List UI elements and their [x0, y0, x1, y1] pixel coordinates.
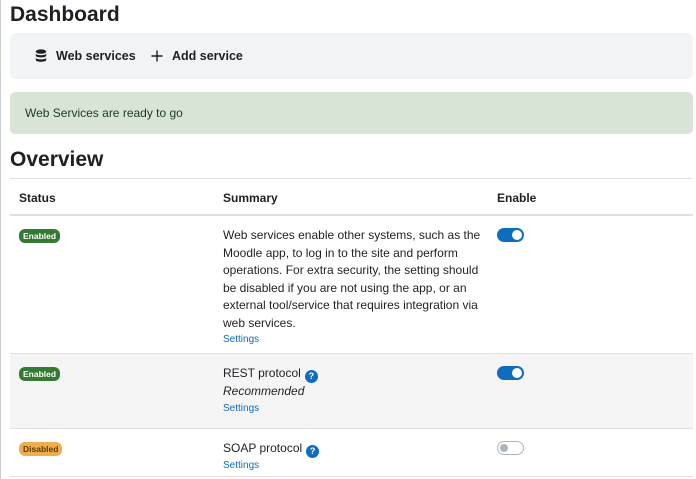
summary-cell: SOAP protocol? Settings [223, 440, 485, 474]
table-row-web-services: Enabled Web services enable other system… [10, 216, 693, 354]
settings-link[interactable]: Settings [223, 401, 485, 417]
protocol-name: SOAP protocol [223, 441, 303, 455]
toggle-knob [512, 368, 522, 378]
status-badge: Enabled [19, 367, 61, 381]
summary-column-header: Summary [223, 191, 278, 205]
status-badge: Enabled [19, 229, 61, 243]
plus-icon [150, 48, 164, 64]
protocol-name: REST protocol [223, 366, 301, 380]
enable-toggle[interactable] [497, 366, 524, 380]
help-icon[interactable]: ? [306, 445, 320, 459]
status-alert: Web Services are ready to go [10, 92, 693, 134]
recommended-note: Recommended [223, 384, 305, 399]
summary-cell: Web services enable other systems, such … [223, 227, 485, 348]
action-bar: Web services Add service [10, 33, 693, 79]
web-services-link[interactable]: Web services [34, 48, 136, 64]
add-service-link[interactable]: Add service [150, 48, 243, 64]
add-service-label: Add service [172, 49, 243, 63]
settings-link[interactable]: Settings [223, 332, 485, 348]
toggle-knob [512, 230, 522, 240]
enable-toggle[interactable] [497, 441, 524, 455]
page-left-border [0, 0, 1, 479]
web-services-label: Web services [56, 49, 136, 63]
table-header: Status Summary Enable [10, 178, 693, 216]
summary-text: Web services enable other systems, such … [223, 228, 481, 330]
overview-table: Status Summary Enable Enabled Web servic… [10, 178, 693, 477]
status-badge: Disabled [19, 442, 63, 456]
help-icon[interactable]: ? [304, 370, 318, 384]
overview-title: Overview [10, 148, 104, 171]
database-icon [34, 48, 48, 64]
settings-link[interactable]: Settings [223, 458, 485, 474]
page-title: Dashboard [10, 3, 120, 26]
summary-cell: REST protocol? Recommended Settings [223, 365, 485, 417]
toggle-knob [500, 444, 508, 452]
table-row-rest-protocol: Enabled REST protocol? Recommended Setti… [10, 354, 693, 429]
enable-column-header: Enable [497, 191, 537, 205]
table-row-soap-protocol: Disabled SOAP protocol? Settings [10, 429, 693, 477]
alert-text: Web Services are ready to go [25, 106, 183, 120]
enable-toggle[interactable] [497, 228, 524, 242]
status-column-header: Status [19, 191, 56, 205]
